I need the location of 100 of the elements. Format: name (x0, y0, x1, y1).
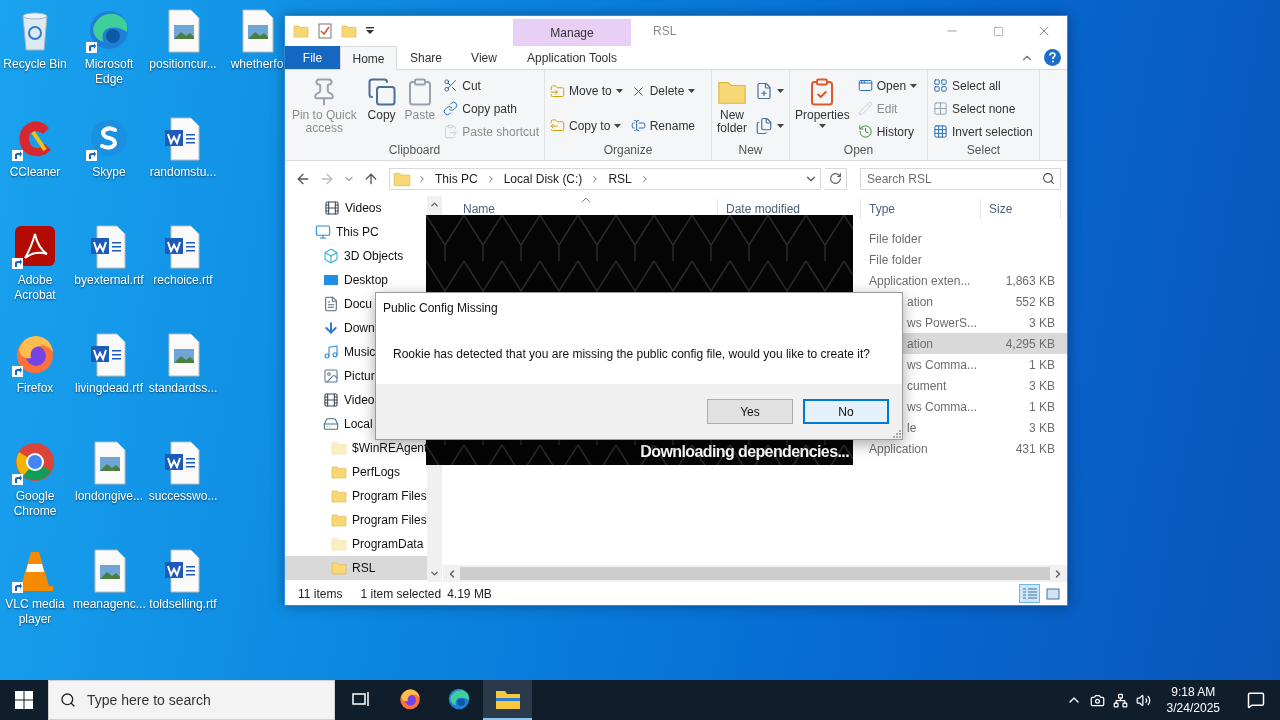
file-size: 3 KB (1028, 315, 1056, 330)
ribbon-button[interactable]: Open (854, 75, 921, 96)
caret-icon (777, 123, 784, 128)
ribbon-button[interactable]: Rename (627, 115, 699, 137)
taskbar-app-button[interactable] (483, 680, 532, 720)
splash-caption: Downloading dependencies... (640, 443, 850, 462)
breadcrumb[interactable]: RSL (606, 171, 634, 186)
date-text: 3/24/2025 (1166, 700, 1220, 716)
clock[interactable]: 9:18 AM 3/24/2025 (1158, 684, 1228, 716)
nav-row[interactable]: 3D Objects (285, 244, 428, 268)
resize-grip-icon[interactable] (893, 430, 901, 438)
breadcrumb[interactable]: Local Disk (C:) (501, 171, 585, 186)
breadcrumb[interactable]: This PC (433, 171, 480, 186)
ribbon-group-label: Select (965, 142, 1002, 159)
ribbon-button[interactable]: Delete (627, 80, 699, 102)
copy-icon (366, 77, 397, 107)
ribbon-button[interactable]: Properties (792, 75, 853, 130)
nav-item[interactable]: 3D Objects (344, 249, 404, 263)
nav-row[interactable]: RSL (285, 556, 428, 580)
desktop-icon (323, 272, 339, 288)
nav-item[interactable]: $WinREAgent (352, 441, 428, 455)
ribbon-button[interactable]: New folder (714, 75, 750, 137)
nav-row[interactable]: Program Files (285, 484, 428, 508)
ribbon-tab[interactable]: View (455, 46, 513, 69)
nav-item[interactable]: Docu (344, 297, 372, 311)
ribbon-button[interactable]: Select all (930, 75, 1036, 96)
search-field[interactable]: Search RSL (860, 167, 1061, 190)
file-size: 3 KB (1028, 378, 1056, 393)
nav-item[interactable]: Local (344, 417, 373, 431)
nav-row[interactable]: Desktop (285, 268, 428, 292)
ribbon-tab[interactable]: Application Tools (513, 46, 631, 69)
ribbon-button[interactable]: Move to (547, 80, 626, 102)
grid-icon (933, 78, 948, 93)
link-icon (443, 101, 459, 116)
text-cursor-icon (630, 118, 646, 134)
dialog-message: Rookie has detected that you are missing the public config file, would you like to create it? (393, 346, 870, 361)
file-size: 1 KB (1028, 399, 1056, 414)
details-list-icon (1022, 587, 1037, 600)
nav-item[interactable]: This PC (336, 225, 379, 239)
nav-row[interactable]: Pictur (285, 364, 428, 388)
camera-icon[interactable] (1089, 692, 1105, 708)
file-type: cument (907, 378, 947, 393)
taskbar-search-field[interactable]: Type here to search (48, 680, 335, 720)
nav-item[interactable]: Pictur (344, 369, 375, 383)
ribbon-button[interactable]: Copy path (440, 98, 542, 119)
film-icon (324, 200, 340, 216)
folder-icon (293, 23, 309, 39)
nav-row[interactable]: $WinREAgent (285, 436, 428, 460)
ribbon-button[interactable]: Select none (930, 98, 1036, 119)
nav-item[interactable]: Music (344, 345, 376, 359)
nav-item[interactable]: Program Files (352, 513, 427, 527)
clipboard-icon (443, 124, 459, 139)
file-type: ws Comma... (907, 357, 977, 372)
dialog-button[interactable]: No (803, 399, 889, 424)
ribbon-tab[interactable]: Share (397, 46, 455, 69)
address-bar[interactable]: This PC Local Disk (C:) RSL (389, 167, 821, 190)
nav-item[interactable]: PerfLogs (352, 465, 401, 479)
refresh-button[interactable] (825, 167, 847, 190)
grid-icon (933, 124, 948, 139)
window-icon (857, 78, 873, 93)
nav-row[interactable]: Local (285, 412, 428, 436)
nav-item[interactable]: Desktop (344, 273, 389, 287)
ribbon-button[interactable]: Cut (440, 75, 542, 96)
nav-row[interactable]: Video (285, 388, 428, 412)
ribbon-button[interactable]: Copy to (547, 115, 626, 137)
message-icon (1247, 691, 1265, 709)
nav-row[interactable]: PerfLogs (285, 460, 428, 484)
file-type: Application (869, 441, 928, 456)
nav-item[interactable]: Video (344, 393, 375, 407)
picture-icon (323, 368, 339, 384)
caret-icon[interactable] (365, 26, 375, 36)
help-icon[interactable] (1044, 49, 1061, 66)
nav-row[interactable]: This PC (285, 220, 428, 244)
folder-arrow-icon (550, 83, 565, 99)
nav-item[interactable]: Down (344, 321, 375, 335)
ribbon-tab[interactable]: Home (340, 46, 397, 70)
ribbon-group-label: New (737, 142, 764, 159)
nav-item[interactable]: ProgramData (352, 537, 424, 551)
ribbon-group-label: Open (842, 142, 875, 159)
scrollbar-thumb[interactable] (460, 567, 1050, 580)
nav-item[interactable]: Program Files (352, 489, 427, 503)
column-header[interactable]: Type (861, 199, 981, 219)
dialog-button[interactable]: Yes (707, 399, 793, 424)
scissors-icon (443, 78, 459, 93)
network-icon[interactable] (1112, 692, 1128, 708)
checklist-icon (317, 23, 333, 39)
ribbon-tab[interactable]: File (285, 46, 340, 69)
nav-row[interactable]: Down (285, 316, 428, 340)
column-header[interactable]: Size (981, 199, 1061, 219)
nav-item[interactable]: RSL (352, 561, 376, 575)
chevron-icon (417, 173, 427, 184)
volume-icon[interactable] (1135, 692, 1151, 708)
nav-item[interactable]: Videos (345, 201, 382, 215)
ribbon-button[interactable]: History (854, 121, 921, 142)
status-text: 11 items (298, 586, 343, 601)
nav-row[interactable]: Program Files (285, 508, 428, 532)
nav-row[interactable]: ProgramData (285, 532, 428, 556)
ribbon-button[interactable]: Invert selection (930, 121, 1036, 142)
refresh-icon (829, 172, 842, 185)
ribbon-button[interactable]: Copy (363, 75, 400, 124)
